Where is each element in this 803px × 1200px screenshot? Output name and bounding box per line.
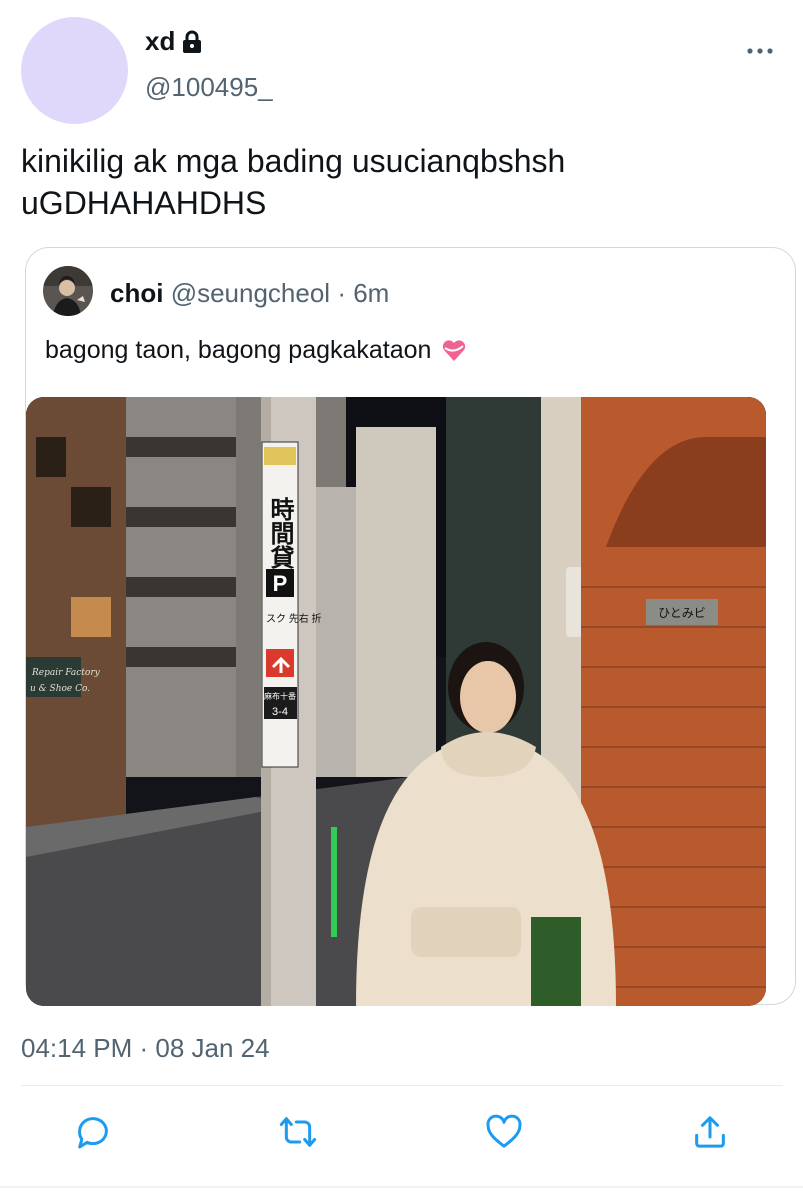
quoted-tweet-card[interactable]: choi @seungcheol · 6m bagong taon, bagon… (25, 247, 796, 1006)
quoted-author-handle[interactable]: @seungcheol (171, 278, 330, 308)
quoted-author-name[interactable]: choi (110, 278, 163, 308)
sign-bottom-line1: 麻布十番 (264, 691, 296, 701)
tweet-timestamp[interactable]: 04:14 PM · 08 Jan 24 (21, 1033, 270, 1064)
quoted-tweet-text: bagong taon, bagong pagkakataon (45, 336, 432, 364)
reply-button[interactable] (71, 1110, 115, 1154)
quoted-tweet-text-row: bagong taon, bagong pagkakataon (45, 336, 467, 365)
tweet-actions-bar (0, 1110, 803, 1164)
divider (21, 1085, 783, 1086)
heart-with-ribbon-icon (443, 339, 466, 361)
lock-icon (183, 30, 202, 53)
quoted-author-avatar[interactable] (43, 266, 93, 316)
like-button[interactable] (482, 1110, 526, 1154)
quoted-separator: · (337, 278, 346, 308)
shop-sign-line1: Repair Factory (31, 668, 101, 678)
sign-small: スク 先右 折 (266, 612, 322, 625)
sign-p: P (273, 571, 288, 596)
retweet-icon (279, 1117, 317, 1147)
share-icon (695, 1116, 725, 1148)
quoted-tweet-header: choi @seungcheol · 6m (110, 278, 389, 309)
author-display-name[interactable]: xd (145, 26, 175, 57)
wall-plaque: ひとみビ (658, 606, 706, 620)
quoted-tweet-photo[interactable]: Repair Factory u & Shoe Co. 時間貸 P スク 先右 … (26, 397, 766, 1006)
sign-kanji: 時間貸 (266, 497, 294, 570)
more-options-icon[interactable] (745, 45, 775, 57)
tweet-text: kinikilig ak mga bading usucianqbshsh uG… (21, 143, 566, 221)
author-handle[interactable]: @100495_ (145, 72, 273, 103)
author-name-row: xd (145, 26, 203, 57)
author-avatar[interactable] (21, 17, 128, 124)
reply-icon (78, 1117, 108, 1149)
share-button[interactable] (688, 1110, 732, 1154)
bottom-divider (0, 1186, 803, 1188)
shop-sign-line2: u & Shoe Co. (30, 684, 90, 694)
quoted-time-ago: 6m (353, 278, 390, 308)
retweet-button[interactable] (276, 1110, 320, 1154)
heart-outline-icon (486, 1114, 522, 1148)
sign-bottom-line2: 3-4 (272, 706, 288, 718)
